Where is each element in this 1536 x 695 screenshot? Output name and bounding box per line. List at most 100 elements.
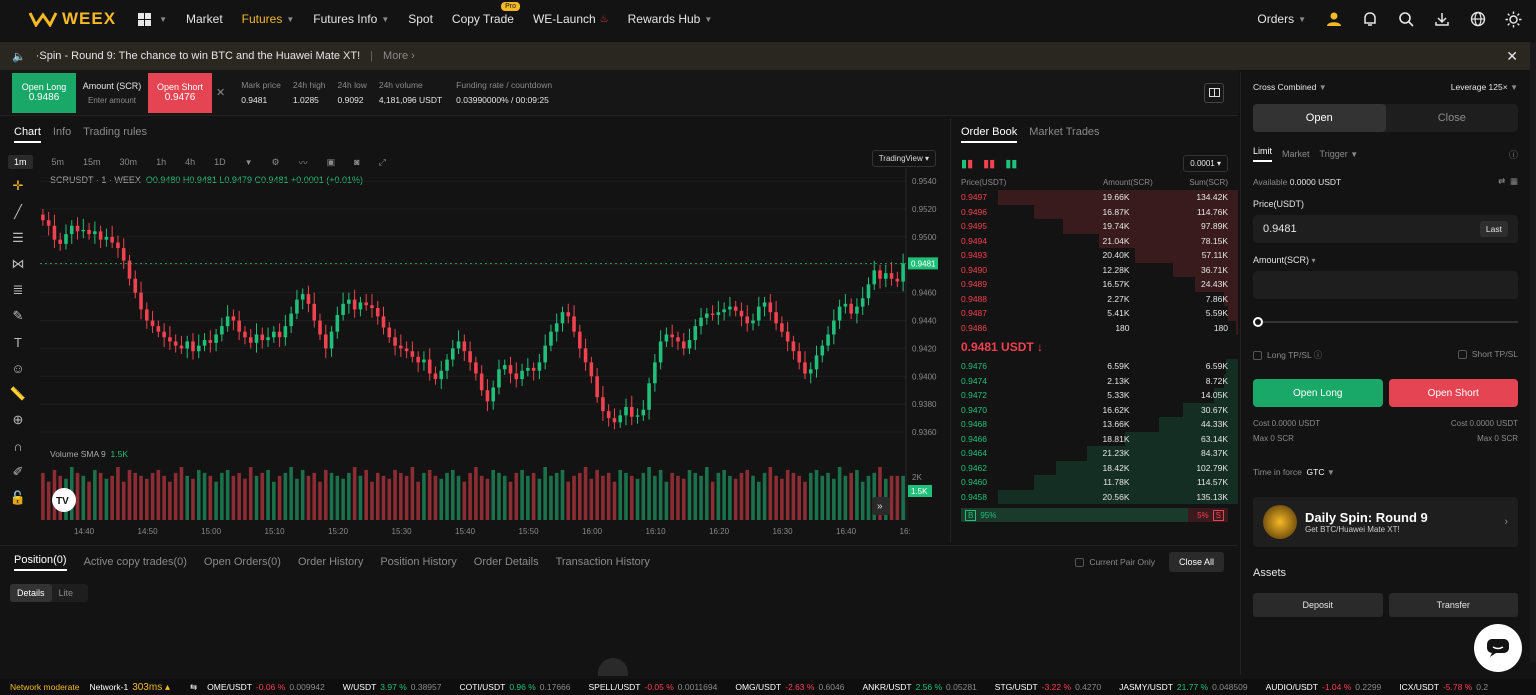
- position-tab[interactable]: Position History: [380, 556, 456, 568]
- ask-row[interactable]: 0.9495 19.74K 97.89K: [951, 219, 1238, 234]
- short-tpsl-checkbox[interactable]: Short TP/SL: [1457, 349, 1518, 361]
- user-icon[interactable]: [1325, 11, 1342, 28]
- footer-ticker-item[interactable]: W/USDT 3.97 % 0.38957: [343, 682, 442, 692]
- nav-item-rewards-hub[interactable]: Rewards Hub ▼: [628, 12, 713, 26]
- timeframe-4h[interactable]: 4h: [185, 157, 195, 167]
- lock-drawing-icon[interactable]: ✐: [8, 462, 28, 482]
- orderbook-tab[interactable]: Order Book: [961, 126, 1018, 143]
- crosshair-icon[interactable]: ✛: [8, 176, 28, 196]
- template-icon[interactable]: ▣: [327, 157, 336, 168]
- bid-row[interactable]: 0.9468 13.66K 44.33K: [951, 417, 1238, 432]
- bid-row[interactable]: 0.9476 6.59K 6.59K: [951, 359, 1238, 374]
- trendline-icon[interactable]: ╱: [8, 202, 28, 222]
- position-tab[interactable]: Position(0): [14, 554, 67, 571]
- footer-ticker-item[interactable]: ICX/USDT -5.78 % 0.2: [1399, 682, 1488, 692]
- last-price-button[interactable]: Last: [1479, 221, 1508, 237]
- calculator-icon[interactable]: ▦: [1510, 176, 1518, 186]
- ask-row[interactable]: 0.9496 16.87K 114.76K: [951, 204, 1238, 219]
- chart-tab[interactable]: Info: [53, 126, 71, 143]
- lite-subtab[interactable]: Lite: [52, 584, 81, 602]
- book-asks-icon[interactable]: ▮▮: [983, 157, 995, 170]
- price-input[interactable]: 0.9481 Last: [1253, 215, 1518, 243]
- timeframe-1h[interactable]: 1h: [156, 157, 166, 167]
- indicators-icon[interactable]: 〰: [299, 156, 308, 169]
- bid-row[interactable]: 0.9460 11.78K 114.57K: [951, 475, 1238, 490]
- market-tab[interactable]: Market: [1282, 149, 1310, 159]
- close-all-button[interactable]: Close All: [1168, 552, 1224, 572]
- ask-row[interactable]: 0.9486 180 180: [951, 320, 1238, 335]
- brush-icon[interactable]: ✎: [8, 306, 28, 326]
- orderbook-tab[interactable]: Market Trades: [1029, 126, 1099, 143]
- bid-row[interactable]: 0.9472 5.33K 14.05K: [951, 388, 1238, 403]
- position-tab[interactable]: Open Orders(0): [204, 556, 281, 568]
- nav-item-market[interactable]: Market: [186, 12, 223, 26]
- quick-open-long-button[interactable]: Open Long 0.9486: [12, 72, 76, 113]
- timeframe-1m[interactable]: 1m: [8, 155, 33, 169]
- chart-tab[interactable]: Trading rules: [83, 126, 147, 143]
- margin-mode-select[interactable]: Cross Combined ▼: [1253, 82, 1327, 92]
- timeframe-5m[interactable]: 5m: [52, 157, 65, 167]
- amount-label[interactable]: Amount(SCR) ▾: [1253, 255, 1518, 265]
- footer-ticker-item[interactable]: COTI/USDT 0.96 % 0.17666: [460, 682, 571, 692]
- ask-row[interactable]: 0.9489 16.57K 24.43K: [951, 277, 1238, 292]
- ask-row[interactable]: 0.9490 12.28K 36.71K: [951, 262, 1238, 277]
- nav-item-we-launch[interactable]: WE-Launch ♨: [533, 12, 609, 26]
- amount-input[interactable]: [1253, 271, 1518, 299]
- open-short-button[interactable]: Open Short: [1388, 379, 1518, 407]
- ask-row[interactable]: 0.9494 21.04K 78.15K: [951, 233, 1238, 248]
- text-icon[interactable]: T: [8, 332, 28, 352]
- footer-ticker-item[interactable]: OME/USDT -0.06 % 0.009942: [207, 682, 325, 692]
- info-icon[interactable]: ⓘ: [1509, 148, 1518, 161]
- ask-row[interactable]: 0.9497 19.66K 134.42K: [951, 190, 1238, 205]
- fib-icon[interactable]: ≣: [8, 280, 28, 300]
- theme-sun-icon[interactable]: [1505, 11, 1522, 28]
- bid-row[interactable]: 0.9458 20.56K 135.13K: [951, 489, 1238, 504]
- bid-row[interactable]: 0.9464 21.23K 84.37K: [951, 446, 1238, 461]
- download-icon[interactable]: [1433, 11, 1450, 28]
- chat-support-icon[interactable]: [1474, 624, 1522, 672]
- horizontal-lines-icon[interactable]: ☰: [8, 228, 28, 248]
- quick-open-short-button[interactable]: Open Short 0.9476: [148, 72, 212, 113]
- bid-row[interactable]: 0.9470 16.62K 30.67K: [951, 402, 1238, 417]
- search-icon[interactable]: [1397, 11, 1414, 28]
- timeframe-1D[interactable]: 1D: [214, 157, 226, 167]
- close-icon[interactable]: ✕: [1506, 48, 1518, 65]
- limit-tab[interactable]: Limit: [1253, 146, 1273, 162]
- pattern-icon[interactable]: ⋈: [8, 254, 28, 274]
- precision-select[interactable]: 0.0001 ▾: [1183, 154, 1228, 172]
- bid-row[interactable]: 0.9466 18.81K 63.14K: [951, 431, 1238, 446]
- ask-row[interactable]: 0.9493 20.40K 57.11K: [951, 248, 1238, 263]
- tradingview-toggle[interactable]: TradingView ▾: [871, 150, 936, 167]
- close-icon[interactable]: ✕: [216, 86, 225, 99]
- footer-ticker-item[interactable]: SPELL/USDT -0.05 % 0.0011694: [589, 682, 718, 692]
- ruler-icon[interactable]: 📏: [8, 384, 28, 404]
- transfer-button[interactable]: Transfer: [1388, 593, 1518, 617]
- position-tab[interactable]: Active copy trades(0): [84, 556, 187, 568]
- open-long-button[interactable]: Open Long: [1253, 379, 1383, 407]
- zoom-icon[interactable]: ⊕: [8, 410, 28, 430]
- nav-item-futures[interactable]: Futures ▼: [242, 12, 295, 26]
- book-both-icon[interactable]: ▮▮: [961, 157, 973, 170]
- page-scrollbar[interactable]: [1530, 42, 1536, 662]
- layout-icon[interactable]: [1204, 82, 1224, 103]
- leverage-select[interactable]: Leverage 125× ▼: [1451, 82, 1518, 92]
- open-tab[interactable]: Open: [1253, 104, 1386, 132]
- amount-slider[interactable]: [1250, 314, 1518, 330]
- details-subtab[interactable]: Details: [10, 584, 52, 602]
- bid-row[interactable]: 0.9462 18.42K 102.79K: [951, 460, 1238, 475]
- timeframe-15m[interactable]: 15m: [83, 157, 101, 167]
- position-tab[interactable]: Transaction History: [556, 556, 650, 568]
- position-tab[interactable]: Order Details: [474, 556, 539, 568]
- candlestick-chart[interactable]: 0.95400.95200.95000.94800.94600.94400.94…: [40, 168, 946, 543]
- globe-icon[interactable]: [1469, 11, 1486, 28]
- long-tpsl-checkbox[interactable]: Long TP/SL ⓘ: [1253, 349, 1322, 361]
- magnet-icon[interactable]: ∩: [8, 436, 28, 456]
- announcement-text[interactable]: ·Spin - Round 9: The chance to win BTC a…: [36, 50, 360, 62]
- camera-icon[interactable]: ◙: [354, 157, 359, 167]
- footer-ticker-item[interactable]: OMG/USDT -2.63 % 0.6046: [735, 682, 844, 692]
- emoji-icon[interactable]: ☺: [8, 358, 28, 378]
- trigger-tab[interactable]: Trigger ▼: [1320, 149, 1359, 159]
- footer-ticker-item[interactable]: ANKR/USDT 2.56 % 0.05281: [862, 682, 976, 692]
- nav-item-copy-trade[interactable]: Copy Trade Pro: [452, 2, 520, 26]
- book-bids-icon[interactable]: ▮▮: [1005, 157, 1017, 170]
